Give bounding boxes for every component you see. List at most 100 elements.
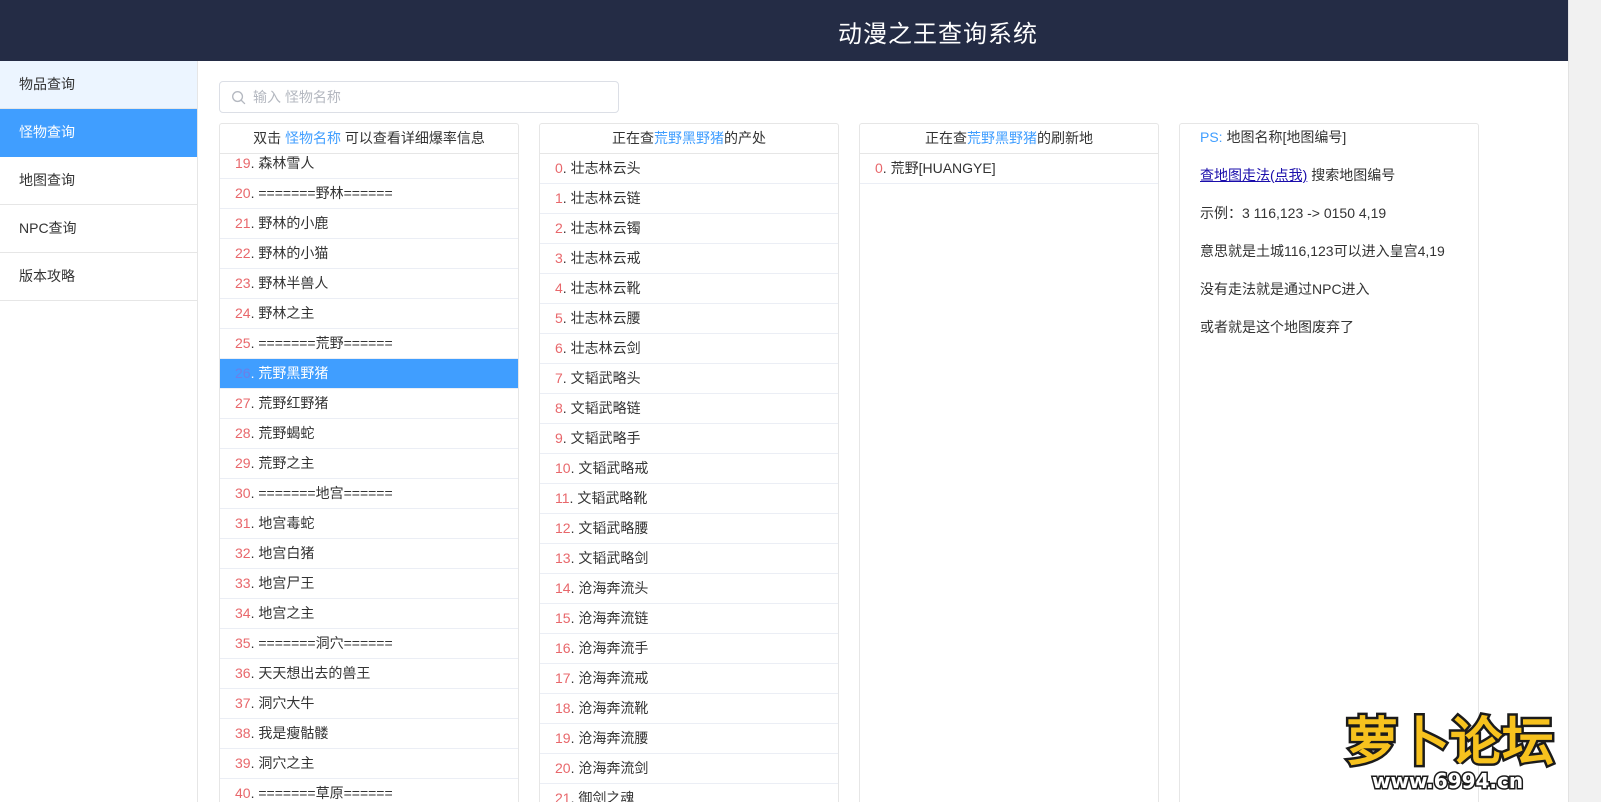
item-separator: . [562, 190, 571, 206]
list-item[interactable]: 38. 我是瘦骷髅 [220, 719, 518, 749]
list-item[interactable]: 22. 野林的小猫 [220, 239, 518, 269]
map-route-link[interactable]: 查地图走法(点我) [1200, 167, 1307, 183]
header-suffix: 的产处 [724, 130, 766, 146]
list-item[interactable]: 0. 壮志林云头 [540, 154, 838, 184]
header-prefix: 正在查 [925, 130, 967, 146]
list-item[interactable]: 23. 野林半兽人 [220, 269, 518, 299]
item-name: 文韬武略链 [570, 400, 641, 416]
item-name: =======野林====== [258, 185, 393, 201]
list-item[interactable]: 19. 森林雪人 [220, 149, 518, 179]
item-name: 壮志林云链 [570, 190, 641, 206]
list-item[interactable]: 37. 洞穴大牛 [220, 689, 518, 719]
list-item[interactable]: 7. 文韬武略头 [540, 364, 838, 394]
list-item[interactable]: 3. 壮志林云戒 [540, 244, 838, 274]
item-index: 18 [555, 700, 571, 716]
list-item[interactable]: 9. 文韬武略手 [540, 424, 838, 454]
item-name: 文韬武略头 [570, 370, 641, 386]
app-title: 动漫之王查询系统 [838, 21, 1038, 48]
item-index: 7 [555, 370, 563, 386]
item-name: =======荒野====== [258, 335, 393, 351]
item-index: 9 [555, 430, 563, 446]
item-separator: . [562, 400, 571, 416]
list-item[interactable]: 11. 文韬武略靴 [540, 484, 838, 514]
item-name: 壮志林云头 [570, 160, 641, 176]
header-prefix: 正在查 [612, 130, 654, 146]
monster-search-input[interactable] [253, 86, 603, 108]
item-name: 文韬武略腰 [578, 520, 649, 536]
monster-search-box [219, 81, 619, 113]
list-item[interactable]: 27. 荒野红野猪 [220, 389, 518, 419]
item-name: 洞穴之主 [258, 755, 315, 771]
list-item[interactable]: 25. =======荒野====== [220, 329, 518, 359]
item-name: 地宫尸王 [258, 575, 315, 591]
list-item[interactable]: 34. 地宫之主 [220, 599, 518, 629]
list-item[interactable]: 17. 沧海奔流戒 [540, 664, 838, 694]
list-item[interactable]: 24. 野林之主 [220, 299, 518, 329]
item-name: 沧海奔流链 [578, 610, 649, 626]
list-item[interactable]: 31. 地宫毒蛇 [220, 509, 518, 539]
list-item[interactable]: 15. 沧海奔流链 [540, 604, 838, 634]
list-item[interactable]: 16. 沧海奔流手 [540, 634, 838, 664]
ps-label: PS: [1200, 129, 1223, 145]
list-item[interactable]: 4. 壮志林云靴 [540, 274, 838, 304]
item-index: 11 [555, 490, 570, 506]
list-item[interactable]: 39. 洞穴之主 [220, 749, 518, 779]
item-separator: . [562, 370, 571, 386]
sidebar-item-npc[interactable]: NPC查询 [0, 205, 197, 253]
list-item[interactable]: 0. 荒野[HUANGYE] [860, 154, 1158, 184]
list-item[interactable]: 12. 文韬武略腰 [540, 514, 838, 544]
list-item[interactable]: 40. =======草原====== [220, 779, 518, 802]
item-index: 0 [875, 160, 883, 176]
list-item[interactable]: 20. =======野林====== [220, 179, 518, 209]
list-item[interactable]: 36. 天天想出去的兽王 [220, 659, 518, 689]
item-index: 39 [235, 755, 251, 771]
item-index: 16 [555, 640, 571, 656]
list-item[interactable]: 6. 壮志林云剑 [540, 334, 838, 364]
list-item[interactable]: 19. 沧海奔流腰 [540, 724, 838, 754]
item-index: 33 [235, 575, 251, 591]
list-item[interactable]: 26. 荒野黑野猪 [220, 359, 518, 389]
list-item[interactable]: 28. 荒野蝎蛇 [220, 419, 518, 449]
item-index: 19 [555, 730, 571, 746]
list-item[interactable]: 18. 沧海奔流靴 [540, 694, 838, 724]
sidebar-item-maps[interactable]: 地图查询 [0, 157, 197, 205]
ps-text: 地图名称[地图编号] [1222, 129, 1347, 145]
header-suffix: 的刷新地 [1037, 130, 1093, 146]
list-item[interactable]: 8. 文韬武略链 [540, 394, 838, 424]
item-separator: . [562, 220, 571, 236]
note-meaning: 意思就是土城116,123可以进入皇宫4,19 [1200, 243, 1445, 259]
list-item[interactable]: 32. 地宫白猪 [220, 539, 518, 569]
list-item[interactable]: 30. =======地宫====== [220, 479, 518, 509]
list-item[interactable]: 35. =======洞穴====== [220, 629, 518, 659]
list-item[interactable]: 1. 壮志林云链 [540, 184, 838, 214]
item-name: 野林的小猫 [258, 245, 329, 261]
page-scrollbar[interactable] [1568, 0, 1601, 802]
item-name: 壮志林云戒 [570, 250, 641, 266]
list-item[interactable]: 2. 壮志林云镯 [540, 214, 838, 244]
item-separator: . [562, 280, 571, 296]
list-item[interactable]: 21. 野林的小鹿 [220, 209, 518, 239]
item-index: 34 [235, 605, 251, 621]
item-name: 沧海奔流戒 [578, 670, 649, 686]
item-name: 沧海奔流靴 [578, 700, 649, 716]
item-index: 25 [235, 335, 251, 351]
sidebar-item-items[interactable]: 物品查询 [0, 61, 197, 109]
item-index: 20 [555, 760, 571, 776]
item-name: 荒野红野猪 [258, 395, 329, 411]
item-index: 13 [555, 550, 571, 566]
list-item[interactable]: 5. 壮志林云腰 [540, 304, 838, 334]
item-name: 野林半兽人 [258, 275, 329, 291]
item-name: 文韬武略手 [570, 430, 641, 446]
list-item[interactable]: 10. 文韬武略戒 [540, 454, 838, 484]
item-index: 17 [555, 670, 571, 686]
list-item[interactable]: 21. 御剑之魂 [540, 784, 838, 802]
list-item[interactable]: 33. 地宫尸王 [220, 569, 518, 599]
item-name: 文韬武略剑 [578, 550, 649, 566]
item-name: 地宫白猪 [258, 545, 315, 561]
sidebar-item-monsters[interactable]: 怪物查询 [0, 109, 197, 157]
list-item[interactable]: 29. 荒野之主 [220, 449, 518, 479]
list-item[interactable]: 13. 文韬武略剑 [540, 544, 838, 574]
list-item[interactable]: 20. 沧海奔流剑 [540, 754, 838, 784]
list-item[interactable]: 14. 沧海奔流头 [540, 574, 838, 604]
sidebar-item-guides[interactable]: 版本攻略 [0, 253, 197, 301]
